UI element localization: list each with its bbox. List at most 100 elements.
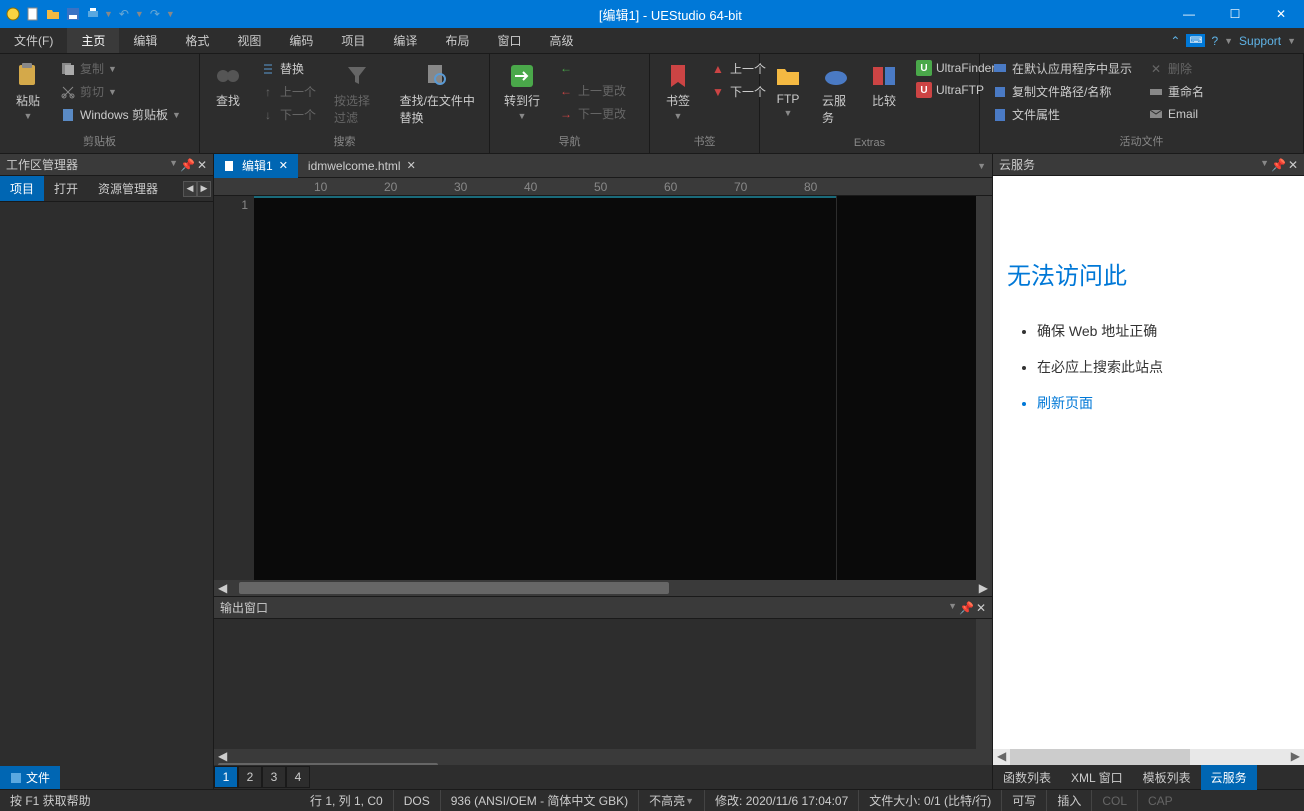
redo-icon[interactable]: ↷ <box>146 5 164 23</box>
status-cap[interactable]: CAP <box>1138 790 1183 811</box>
code-editor[interactable] <box>254 196 836 580</box>
dropdown-icon[interactable]: ▼ <box>169 158 178 172</box>
menu-view[interactable]: 视图 <box>223 28 275 53</box>
tab-functions[interactable]: 函数列表 <box>993 765 1061 790</box>
status-col[interactable]: COL <box>1092 790 1138 811</box>
collapse-ribbon-icon[interactable]: ⌃ <box>1170 34 1180 48</box>
output-body[interactable] <box>214 619 992 749</box>
close-icon[interactable]: ✕ <box>407 159 416 172</box>
close-icon[interactable]: ✕ <box>976 601 986 615</box>
undo-icon[interactable]: ↶ <box>115 5 133 23</box>
status-format[interactable]: DOS <box>394 790 441 811</box>
compare-button[interactable]: 比较 <box>862 58 906 113</box>
prev-button[interactable]: ↑上一个 <box>254 81 322 102</box>
close-icon[interactable]: ✕ <box>197 158 207 172</box>
status-encoding[interactable]: 936 (ANSI/OEM - 简体中文 GBK) <box>441 790 639 811</box>
output-tab-4[interactable]: 4 <box>286 766 310 788</box>
find-button[interactable]: 查找 <box>206 58 250 113</box>
ftp-button[interactable]: FTP▼ <box>766 58 810 122</box>
save-icon[interactable] <box>64 5 82 23</box>
menu-encoding[interactable]: 编码 <box>275 28 327 53</box>
app-icon[interactable] <box>4 5 22 23</box>
horizontal-scrollbar[interactable]: ◀▶ <box>214 749 992 765</box>
output-tab-1[interactable]: 1 <box>214 766 238 788</box>
replace-button[interactable]: 替换 <box>254 58 322 79</box>
nav-prev-change[interactable]: ←上一更改 <box>552 80 632 101</box>
tab-xml[interactable]: XML 窗口 <box>1061 765 1133 790</box>
support-link[interactable]: Support <box>1239 34 1281 48</box>
nav-back-button[interactable]: ← <box>552 58 632 78</box>
refresh-link[interactable]: 刷新页面 <box>1037 393 1290 413</box>
menu-window[interactable]: 窗口 <box>483 28 535 53</box>
paste-button[interactable]: 粘贴▼ <box>6 58 50 125</box>
bookmark-button[interactable]: 书签▼ <box>656 58 700 125</box>
vertical-scrollbar[interactable] <box>976 619 992 749</box>
print-icon[interactable] <box>84 5 102 23</box>
close-icon[interactable]: ✕ <box>279 159 288 172</box>
dropdown-icon[interactable]: ▼ <box>104 9 113 19</box>
editor-tab-1[interactable]: 编辑1 ✕ <box>214 154 298 178</box>
copy-button[interactable]: 复制 ▼ <box>54 58 187 79</box>
tab-open[interactable]: 打开 <box>44 176 88 201</box>
menu-advanced[interactable]: 高级 <box>535 28 587 53</box>
pin-icon[interactable]: 📌 <box>1271 158 1286 172</box>
horizontal-scrollbar[interactable]: ◀▶ <box>214 580 992 596</box>
open-folder-icon[interactable] <box>44 5 62 23</box>
dropdown-icon[interactable]: ▼ <box>135 9 144 19</box>
copy-path-button[interactable]: 复制文件路径/名称 <box>986 81 1138 102</box>
properties-button[interactable]: 文件属性 <box>986 104 1138 125</box>
keyboard-icon[interactable]: ⌨ <box>1186 34 1205 47</box>
funnel-icon <box>343 62 371 90</box>
pin-icon[interactable]: 📌 <box>180 158 195 172</box>
status-insert[interactable]: 插入 <box>1047 790 1092 811</box>
dropdown-icon[interactable]: ▼ <box>166 9 175 19</box>
editor-tab-2[interactable]: idmwelcome.html ✕ <box>298 154 426 178</box>
menu-file[interactable]: 文件(F) <box>0 28 67 53</box>
pin-icon[interactable]: 📌 <box>959 601 974 615</box>
minimize-button[interactable]: — <box>1166 0 1212 28</box>
delete-button[interactable]: ✕删除 <box>1142 58 1210 79</box>
tab-templates[interactable]: 模板列表 <box>1133 765 1201 790</box>
menu-compile[interactable]: 编译 <box>379 28 431 53</box>
status-position[interactable]: 行 1, 列 1, C0 <box>300 790 394 811</box>
menu-project[interactable]: 项目 <box>327 28 379 53</box>
windows-clipboard-button[interactable]: Windows 剪贴板 ▼ <box>54 104 187 125</box>
menu-home[interactable]: 主页 <box>67 28 119 53</box>
tabs-dropdown-icon[interactable]: ▼ <box>977 161 992 171</box>
minimap[interactable] <box>836 196 976 580</box>
help-icon[interactable]: ? <box>1211 34 1218 48</box>
output-tab-2[interactable]: 2 <box>238 766 262 788</box>
output-tab-3[interactable]: 3 <box>262 766 286 788</box>
default-prog-button[interactable]: 在默认应用程序中显示 <box>986 58 1138 79</box>
nav-right-icon[interactable]: ▶ <box>197 181 211 197</box>
status-highlight[interactable]: 不高亮 ▼ <box>639 790 705 811</box>
vertical-scrollbar[interactable] <box>976 196 992 580</box>
filter-button[interactable]: 按选择过滤 <box>326 58 388 130</box>
rename-button[interactable]: 重命名 <box>1142 81 1210 102</box>
status-readwrite[interactable]: 可写 <box>1002 790 1047 811</box>
find-in-files-icon <box>423 62 451 90</box>
dropdown-icon[interactable]: ▼ <box>1260 158 1269 172</box>
cloud-button[interactable]: 云服务 <box>814 58 858 130</box>
goto-button[interactable]: 转到行▼ <box>496 58 548 125</box>
tab-project[interactable]: 项目 <box>0 176 44 201</box>
cut-button[interactable]: 剪切 ▼ <box>54 81 187 102</box>
files-tab[interactable]: 文件 <box>0 766 60 789</box>
menu-edit[interactable]: 编辑 <box>119 28 171 53</box>
email-button[interactable]: Email <box>1142 104 1210 124</box>
maximize-button[interactable]: ☐ <box>1212 0 1258 28</box>
menu-layout[interactable]: 布局 <box>431 28 483 53</box>
tab-explorer[interactable]: 资源管理器 <box>88 176 168 201</box>
close-button[interactable]: ✕ <box>1258 0 1304 28</box>
new-file-icon[interactable] <box>24 5 42 23</box>
workspace-tree[interactable] <box>0 202 213 766</box>
horizontal-scrollbar[interactable]: ◀▶ <box>993 749 1304 765</box>
find-in-files-button[interactable]: 查找/在文件中替换 <box>392 58 483 130</box>
tab-cloud[interactable]: 云服务 <box>1201 765 1257 790</box>
menu-format[interactable]: 格式 <box>171 28 223 53</box>
nav-left-icon[interactable]: ◀ <box>183 181 197 197</box>
close-icon[interactable]: ✕ <box>1288 158 1298 172</box>
dropdown-icon[interactable]: ▼ <box>948 601 957 615</box>
nav-next-change[interactable]: →下一更改 <box>552 103 632 124</box>
next-button[interactable]: ↓下一个 <box>254 104 322 125</box>
